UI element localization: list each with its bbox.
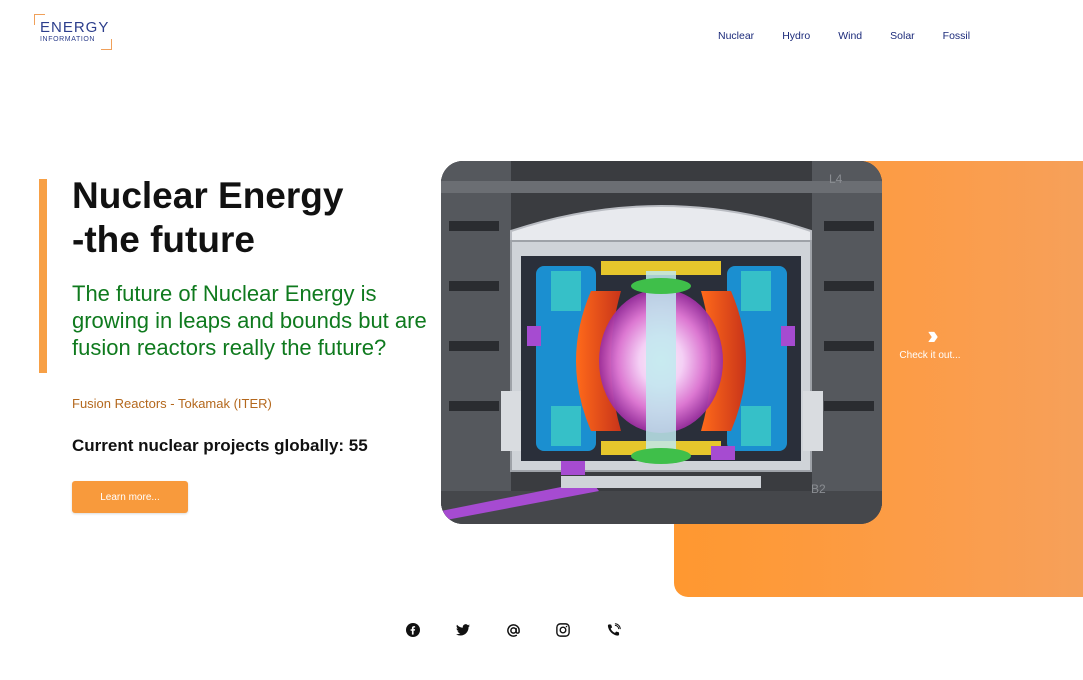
check-it-out-link[interactable]: ›› Check it out... — [895, 322, 965, 361]
image-caption: Fusion Reactors - Tokamak (ITER) — [72, 396, 272, 411]
tokamak-illustration: L4 B2 — [441, 161, 882, 524]
check-it-out-label: Check it out... — [899, 350, 961, 361]
level-tag-bottom: B2 — [811, 482, 826, 496]
phone-icon[interactable] — [604, 621, 622, 639]
learn-more-button[interactable]: Learn more... — [72, 481, 188, 513]
double-chevron-right-icon: ›› — [927, 320, 938, 350]
tokamak-cutaway-graphic: L4 B2 — [441, 161, 882, 524]
social-links — [404, 621, 622, 639]
hero-title: Nuclear Energy -the future — [72, 174, 343, 262]
hero-title-line1: Nuclear Energy — [72, 175, 344, 216]
logo-corner-bottom-right — [101, 39, 112, 50]
hero-accent-bar — [39, 179, 47, 373]
projects-count: Current nuclear projects globally: 55 — [72, 436, 368, 455]
nav-link-solar[interactable]: Solar — [890, 30, 915, 42]
facebook-icon[interactable] — [404, 621, 422, 639]
nav-link-nuclear[interactable]: Nuclear — [718, 30, 754, 42]
level-tag-top: L4 — [829, 172, 843, 186]
nav-link-fossil[interactable]: Fossil — [943, 30, 970, 42]
nav-link-wind[interactable]: Wind — [838, 30, 862, 42]
instagram-icon[interactable] — [554, 621, 572, 639]
at-sign-icon[interactable] — [504, 621, 522, 639]
twitter-icon[interactable] — [454, 621, 472, 639]
hero-title-line2: -the future — [72, 219, 255, 260]
logo-line1: ENERGY — [40, 19, 110, 36]
top-nav: Nuclear Hydro Wind Solar Fossil — [718, 30, 970, 42]
brand-logo[interactable]: ENERGY INFORMATION — [34, 14, 112, 50]
logo-line2: INFORMATION — [40, 36, 96, 43]
hero-lead: The future of Nuclear Energy is growing … — [72, 281, 427, 360]
nav-link-hydro[interactable]: Hydro — [782, 30, 810, 42]
